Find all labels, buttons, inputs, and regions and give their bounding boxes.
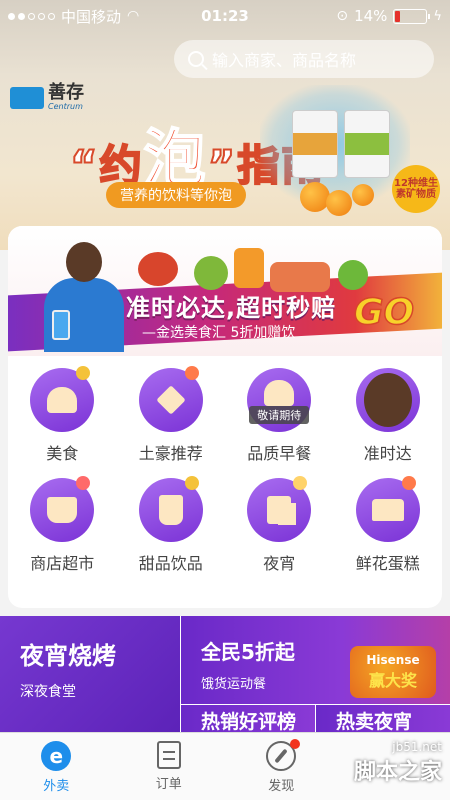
juice-image [234, 248, 264, 288]
athlete-image [38, 242, 128, 352]
basket-icon [30, 476, 95, 542]
orange-image [326, 190, 352, 216]
promo-banner[interactable]: 准时必达,超时秒赔 —金选美食汇 5折加赠饮 GO [8, 226, 442, 356]
hero-banner[interactable]: 中国移动 ◠ 01:23 ⊙ 14% ϟ 输入商家、商品名称 善存 Centru… [0, 0, 450, 250]
signal-strength-icon [8, 12, 55, 20]
category-food[interactable]: 美食 [8, 366, 117, 464]
category-supermarket[interactable]: 商店超市 [8, 476, 117, 574]
battery-icon [393, 8, 431, 24]
go-badge: GO [353, 291, 415, 334]
diamond-icon [138, 366, 203, 432]
hisense-prize-badge: Hisense 赢大奖 [350, 646, 436, 698]
battery-percent: 14% [354, 7, 388, 25]
category-on-time[interactable]: 准时达 [334, 368, 443, 464]
orientation-lock-icon: ⊙ [336, 8, 349, 24]
product-box-icon [292, 110, 338, 178]
category-label: 夜宵 [263, 554, 296, 573]
lobster-image [138, 252, 178, 286]
category-label: 甜品饮品 [138, 554, 203, 573]
bread-icon [30, 366, 95, 432]
drink-icon [138, 476, 203, 542]
category-breakfast[interactable]: 敬请期待 品质早餐 [225, 368, 334, 464]
search-placeholder: 输入商家、商品名称 [212, 51, 357, 70]
player-avatar-icon [355, 368, 420, 432]
cake-icon [355, 476, 420, 542]
notification-dot [290, 739, 301, 749]
search-icon [188, 51, 204, 67]
promo-tiles: 夜宵烧烤 深夜食堂 全民5折起 饿货运动餐 Hisense 赢大奖 热销好评榜 … [0, 616, 450, 736]
phone-icon [52, 310, 70, 340]
category-label: 美食 [46, 444, 79, 463]
main-card: 准时必达,超时秒赔 —金选美食汇 5折加赠饮 GO 美食 土豪推荐 敬请期待 品… [8, 226, 442, 608]
category-flowers-cake[interactable]: 鲜花蛋糕 [334, 476, 443, 574]
category-label: 土豪推荐 [138, 444, 203, 463]
tile-subtitle: 深夜食堂 [20, 684, 76, 700]
tab-orders[interactable]: 订单 [113, 733, 226, 800]
coming-soon-badge: 敬请期待 [249, 406, 310, 424]
tile-half-price[interactable]: 全民5折起 饿货运动餐 Hisense 赢大奖 [181, 616, 450, 704]
orange-image [352, 184, 374, 206]
tab-label: 外卖 [43, 779, 70, 794]
compass-icon [266, 739, 301, 771]
status-bar: 中国移动 ◠ 01:23 ⊙ 14% ϟ [0, 0, 450, 32]
hero-subtitle: 营养的饮料等你泡 [106, 182, 246, 208]
breakfast-icon: 敬请期待 [247, 368, 312, 432]
category-late-night[interactable]: 夜宵 [225, 476, 334, 574]
wifi-icon: ◠ [127, 8, 140, 24]
tab-label: 订单 [155, 777, 182, 792]
vitamin-badge: 12种维生素矿物质 [392, 165, 440, 213]
brand-name: 善存 [48, 82, 84, 103]
tab-takeout[interactable]: e 外卖 [0, 733, 113, 800]
watermark-site: jb51.net [392, 740, 442, 754]
brand-logo: 善存 Centrum [10, 84, 84, 111]
category-label: 鲜花蛋糕 [355, 554, 420, 573]
watermark: jb51.net 脚本之家 [300, 740, 450, 800]
category-label: 品质早餐 [247, 444, 312, 463]
tile-title: 夜宵烧烤 [20, 642, 116, 670]
category-recommended[interactable]: 土豪推荐 [117, 366, 226, 464]
carrier-label: 中国移动 [61, 7, 122, 26]
search-bar[interactable]: 输入商家、商品名称 [174, 40, 434, 78]
tile-late-night-bbq[interactable]: 夜宵烧烤 深夜食堂 [0, 616, 180, 736]
tab-label: 发现 [268, 779, 295, 794]
category-drinks[interactable]: 甜品饮品 [117, 476, 226, 574]
watermark-name: 脚本之家 [353, 760, 442, 785]
lime-image [338, 260, 368, 290]
beer-icon [247, 476, 312, 542]
orange-image [300, 182, 330, 212]
eleme-logo-icon: e [41, 741, 72, 771]
product-box-icon [344, 110, 390, 178]
order-list-icon [156, 741, 181, 769]
lime-image [194, 256, 228, 290]
promo-subtitle: —金选美食汇 5折加赠饮 [142, 325, 296, 341]
logo-mark-icon [10, 86, 44, 109]
promo-title: 准时必达,超时秒赔 [126, 294, 337, 322]
category-grid: 美食 土豪推荐 敬请期待 品质早餐 准时达 商店超市 甜品饮品 夜宵 鲜花蛋糕 [8, 366, 443, 574]
category-label: 准时达 [363, 444, 412, 463]
category-label: 商店超市 [30, 554, 95, 573]
charging-icon: ϟ [433, 8, 442, 24]
